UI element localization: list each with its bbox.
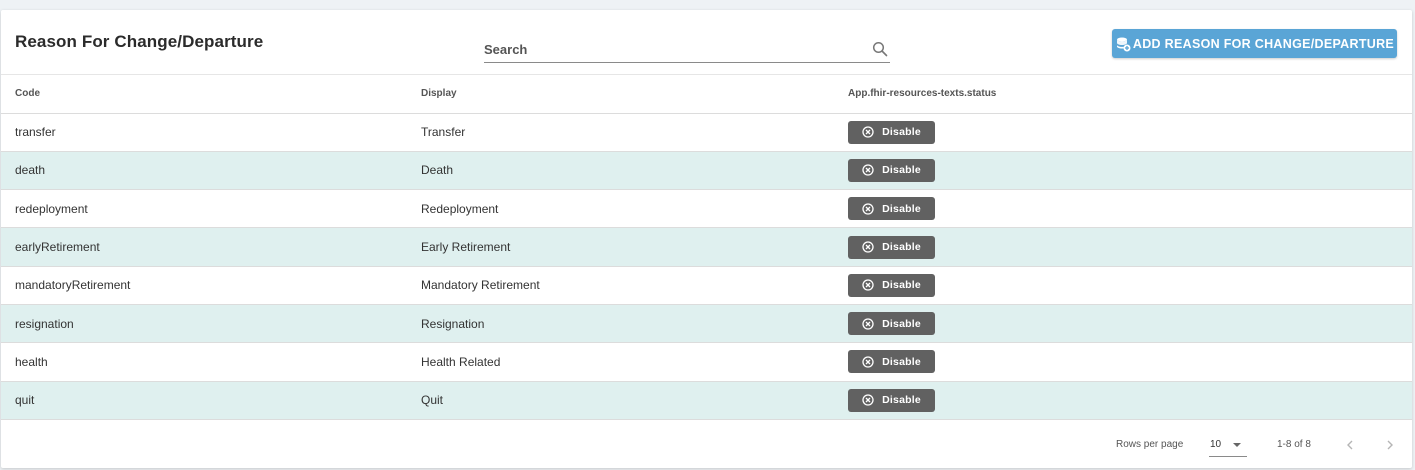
disable-button[interactable]: Disable (848, 273, 935, 297)
reason-list-card: Reason For Change/Departure ADD REASON F… (1, 10, 1412, 468)
search-field[interactable] (484, 36, 890, 63)
status-cell: Disable (848, 304, 1412, 344)
search-input[interactable] (484, 36, 864, 62)
rows-per-page-value: 10 (1210, 439, 1222, 450)
column-header-code[interactable]: Code (1, 75, 421, 114)
code-cell: mandatoryRetirement (1, 266, 421, 305)
page-title: Reason For Change/Departure (15, 32, 264, 51)
table-row: mandatoryRetirement Mandatory Retirement… (1, 266, 1412, 305)
table-row: earlyRetirement Early Retirement Disable (1, 227, 1412, 267)
close-circle-icon (862, 203, 874, 215)
close-circle-icon (862, 279, 874, 291)
display-cell: Health Related (421, 342, 848, 382)
display-cell: Resignation (421, 304, 848, 344)
table-row: death Death Disable (1, 151, 1412, 191)
status-cell: Disable (848, 113, 1412, 152)
disable-label: Disable (882, 202, 921, 215)
status-cell: Disable (848, 266, 1412, 305)
add-reason-button[interactable]: ADD REASON FOR CHANGE/DEPARTURE (1112, 29, 1397, 58)
disable-button[interactable]: Disable (848, 388, 935, 412)
close-circle-icon (862, 317, 874, 330)
table-row: redeployment Redeployment Disable (1, 189, 1412, 229)
code-cell: earlyRetirement (1, 227, 421, 267)
reason-table: Code Display App.fhir-resources-texts.st… (1, 75, 1412, 420)
status-cell: Disable (848, 151, 1412, 191)
disable-label: Disable (882, 164, 921, 177)
disable-button[interactable]: Disable (848, 120, 935, 144)
display-cell: Death (421, 151, 848, 191)
disable-label: Disable (882, 394, 921, 407)
disable-label: Disable (882, 355, 921, 368)
display-cell: Quit (421, 381, 848, 420)
table-row: resignation Resignation Disable (1, 304, 1412, 344)
code-cell: health (1, 342, 421, 382)
close-circle-icon (862, 164, 874, 177)
table-row: transfer Transfer Disable (1, 113, 1412, 152)
disable-button[interactable]: Disable (848, 197, 935, 221)
display-cell: Early Retirement (421, 227, 848, 267)
close-circle-icon (862, 126, 874, 138)
previous-page-button[interactable] (1341, 436, 1359, 454)
display-cell: Redeployment (421, 189, 848, 229)
status-cell: Disable (848, 227, 1412, 267)
display-cell: Transfer (421, 113, 848, 152)
status-cell: Disable (848, 342, 1412, 382)
table-row: quit Quit Disable (1, 381, 1412, 420)
next-page-button[interactable] (1381, 436, 1399, 454)
column-header-status[interactable]: App.fhir-resources-texts.status (848, 75, 1412, 114)
table-row: health Health Related Disable (1, 342, 1412, 382)
code-cell: quit (1, 381, 421, 420)
database-add-icon (1116, 37, 1131, 51)
disable-button[interactable]: Disable (848, 350, 935, 374)
disable-button[interactable]: Disable (848, 312, 935, 336)
display-cell: Mandatory Retirement (421, 266, 848, 305)
close-circle-icon (862, 394, 874, 406)
disable-label: Disable (882, 317, 921, 330)
rows-per-page-select[interactable]: 10 (1209, 433, 1247, 457)
chevron-left-icon (1347, 440, 1353, 450)
pagination-range: 1-8 of 8 (1277, 439, 1311, 450)
code-cell: transfer (1, 113, 421, 152)
table-header-row: Code Display App.fhir-resources-texts.st… (1, 75, 1412, 114)
table-pagination: Rows per page 10 1-8 of 8 (1, 428, 1412, 468)
search-icon[interactable] (872, 41, 888, 57)
code-cell: redeployment (1, 189, 421, 229)
disable-label: Disable (882, 126, 921, 139)
disable-button[interactable]: Disable (848, 235, 935, 259)
rows-per-page-label: Rows per page (1116, 439, 1184, 450)
code-cell: resignation (1, 304, 421, 344)
caret-down-icon (1233, 443, 1241, 447)
status-cell: Disable (848, 189, 1412, 229)
status-cell: Disable (848, 381, 1412, 420)
disable-label: Disable (882, 241, 921, 254)
close-circle-icon (862, 356, 874, 368)
add-reason-label: ADD REASON FOR CHANGE/DEPARTURE (1132, 36, 1395, 51)
column-header-display[interactable]: Display (421, 75, 848, 114)
card-header: Reason For Change/Departure ADD REASON F… (1, 10, 1412, 75)
disable-button[interactable]: Disable (848, 158, 935, 182)
code-cell: death (1, 151, 421, 191)
chevron-right-icon (1387, 440, 1393, 450)
disable-label: Disable (882, 279, 921, 292)
close-circle-icon (862, 241, 874, 253)
